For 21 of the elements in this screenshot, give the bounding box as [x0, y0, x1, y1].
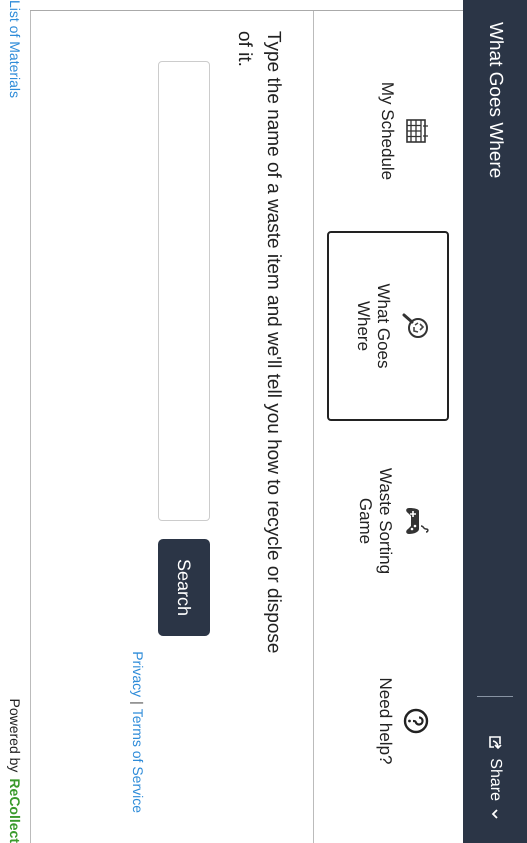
- powered-by-text: Powered by: [7, 698, 23, 772]
- page-title: What Goes Where: [484, 22, 506, 178]
- search-button[interactable]: Search: [158, 539, 210, 636]
- magnifier-recycle-icon: [401, 312, 429, 340]
- gamepad-icon: [403, 506, 429, 536]
- search-field[interactable]: [158, 61, 210, 521]
- nav-tab[interactable]: My Schedule: [327, 31, 449, 231]
- materials-link[interactable]: List of Materials: [7, 0, 23, 98]
- share-button[interactable]: Share: [486, 725, 504, 829]
- brand-logo: ReCollect: [7, 778, 23, 843]
- privacy-link[interactable]: Privacy: [130, 651, 146, 698]
- calendar-icon: [405, 118, 429, 144]
- intro-text: Type the name of a waste item and we'll tell you how to recycle or dispose of it.: [234, 31, 285, 656]
- nav-tab[interactable]: Waste Sorting Game: [327, 421, 449, 621]
- terms-link[interactable]: Terms of Service: [130, 708, 146, 813]
- nav-tab[interactable]: Need help?: [327, 621, 449, 821]
- help-icon: [403, 708, 429, 734]
- nav-tab[interactable]: What Goes Where: [327, 231, 449, 421]
- link-separator: |: [130, 701, 146, 705]
- share-icon: [488, 735, 502, 750]
- caret-icon: [491, 809, 499, 819]
